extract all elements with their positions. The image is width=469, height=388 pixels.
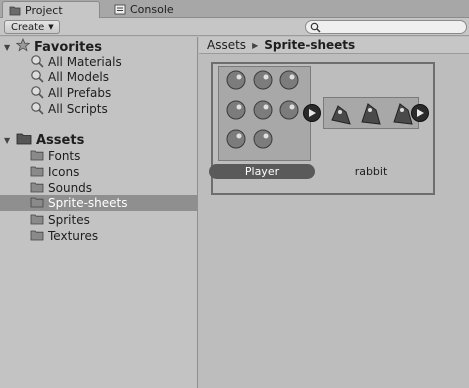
search-icon (30, 69, 44, 86)
player-sprite-frames (226, 70, 299, 149)
toolbar: Create ▼ (0, 18, 469, 36)
sidebar-item-label: Sprites (48, 213, 90, 227)
sidebar-item-sprite-sheets[interactable]: Sprite-sheets (0, 195, 198, 211)
sidebar-item-icons[interactable]: Icons (30, 164, 79, 180)
assets-header[interactable]: ▼ Assets (4, 132, 84, 148)
folder-icon (30, 196, 44, 211)
search-icon (30, 101, 44, 118)
sidebar-item-label: All Materials (48, 55, 122, 69)
sidebar-item-all-models[interactable]: All Models (30, 69, 109, 85)
play-animation-button[interactable] (411, 104, 429, 122)
sidebar-item-label: All Models (48, 70, 109, 84)
sidebar-item-label: Textures (48, 229, 99, 243)
sidebar-item-label: Sounds (48, 181, 93, 195)
star-icon (15, 37, 31, 56)
folder-icon (30, 181, 44, 196)
asset-browser: Assets ▶ Sprite-sheets Player rabbit (199, 37, 469, 388)
asset-label-player[interactable]: Player (209, 164, 315, 179)
tab-project-label: Project (25, 4, 63, 17)
search-input[interactable] (305, 20, 467, 34)
search-icon (310, 22, 321, 33)
folder-icon (30, 149, 44, 164)
sidebar-item-all-scripts[interactable]: All Scripts (30, 101, 108, 117)
breadcrumb-assets[interactable]: Assets (207, 38, 246, 52)
chevron-right-icon: ▶ (252, 40, 259, 50)
console-icon (114, 4, 126, 15)
assets-label: Assets (36, 132, 85, 148)
sidebar-item-fonts[interactable]: Fonts (30, 148, 80, 164)
folder-icon (30, 213, 44, 228)
sidebar-item-label: Fonts (48, 149, 81, 163)
sidebar-item-textures[interactable]: Textures (30, 228, 98, 244)
folder-icon (30, 229, 44, 244)
folder-icon (9, 5, 21, 16)
play-animation-button[interactable] (303, 104, 321, 122)
expand-triangle-icon[interactable]: ▼ (4, 43, 12, 52)
asset-grid: Player rabbit (209, 62, 435, 195)
favorites-header[interactable]: ▼ Favorites (4, 37, 102, 56)
sidebar-item-label: Icons (48, 165, 80, 179)
favorites-label: Favorites (34, 39, 102, 55)
project-sidebar: ▼ Favorites All Materials All Models All… (0, 37, 198, 388)
create-dropdown-button[interactable]: Create ▼ (4, 20, 60, 34)
sidebar-item-sprites[interactable]: Sprites (30, 212, 90, 228)
sidebar-item-sounds[interactable]: Sounds (30, 180, 92, 196)
search-icon (30, 85, 44, 102)
sidebar-item-all-prefabs[interactable]: All Prefabs (30, 85, 111, 101)
tab-bar: Project Console (0, 0, 469, 19)
sidebar-item-label: All Scripts (48, 102, 108, 116)
folder-icon (16, 132, 32, 149)
play-icon (417, 109, 424, 117)
sidebar-item-label: All Prefabs (48, 86, 112, 100)
breadcrumb-sprite-sheets[interactable]: Sprite-sheets (264, 38, 355, 52)
rabbit-spritesheet-thumbnail[interactable] (323, 97, 419, 129)
rabbit-sprite-frames (331, 103, 413, 125)
expand-triangle-icon[interactable]: ▼ (4, 136, 12, 145)
tab-console-label: Console (130, 3, 174, 16)
play-icon (309, 109, 316, 117)
create-label: Create (11, 21, 45, 33)
sidebar-item-label: Sprite-sheets (48, 196, 128, 210)
tab-project[interactable]: Project (2, 1, 100, 19)
player-spritesheet-thumbnail[interactable] (218, 66, 311, 161)
chevron-down-icon: ▼ (48, 23, 54, 31)
tab-console[interactable]: Console (108, 1, 188, 18)
asset-label-rabbit[interactable]: rabbit (341, 164, 401, 179)
breadcrumb: Assets ▶ Sprite-sheets (199, 37, 469, 54)
folder-icon (30, 165, 44, 180)
